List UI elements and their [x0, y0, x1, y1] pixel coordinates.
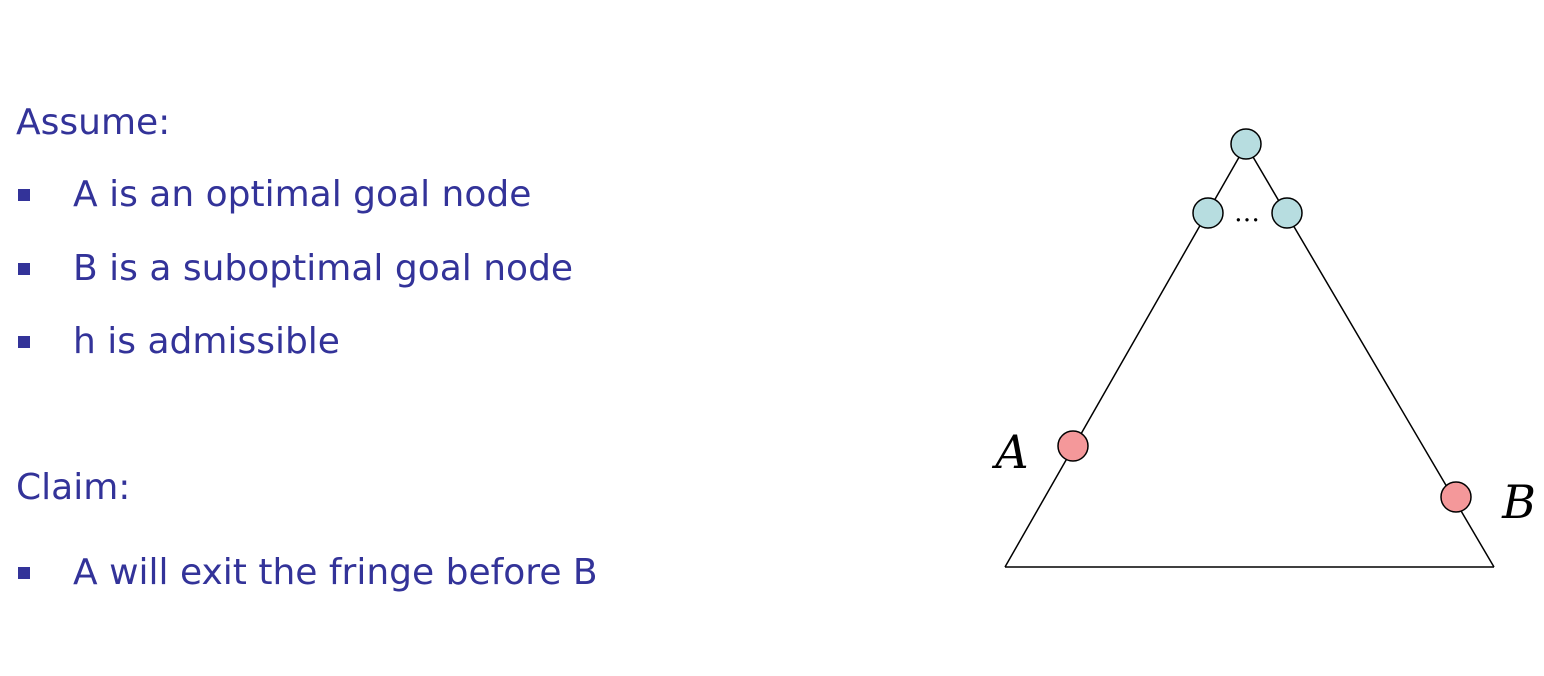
assume-heading: Assume:	[16, 102, 171, 143]
claim-item-text: A will exit the fringe before B	[73, 552, 598, 593]
assume-item-suboptimal-goal: B is a suboptimal goal node	[18, 247, 573, 291]
node-a-label: A	[991, 425, 1028, 479]
claim-item-exit-fringe: A will exit the fringe before B	[18, 551, 598, 595]
goal-node-b	[1440, 481, 1472, 513]
square-bullet-icon	[18, 263, 30, 275]
square-bullet-icon	[18, 567, 30, 579]
assume-item-optimal-goal: A is an optimal goal node	[18, 173, 531, 217]
goal-node-a	[1057, 430, 1089, 462]
assume-item-text: B is a suboptimal goal node	[73, 248, 574, 289]
square-bullet-icon	[18, 336, 30, 348]
ellipsis-label: …	[1234, 198, 1260, 228]
assume-item-admissible: h is admissible	[18, 320, 340, 364]
child-node-right	[1271, 197, 1303, 229]
assume-item-text: h is admissible	[73, 321, 340, 362]
child-node-left	[1192, 197, 1224, 229]
root-node	[1230, 128, 1262, 160]
claim-heading: Claim:	[16, 467, 131, 508]
node-b-label: B	[1501, 475, 1536, 529]
search-tree-diagram: … A B	[991, 128, 1536, 568]
assume-item-text: A is an optimal goal node	[73, 174, 532, 215]
claim-text-panel: Assume: A is an optimal goal node B is a…	[0, 0, 900, 676]
square-bullet-icon	[18, 189, 30, 201]
